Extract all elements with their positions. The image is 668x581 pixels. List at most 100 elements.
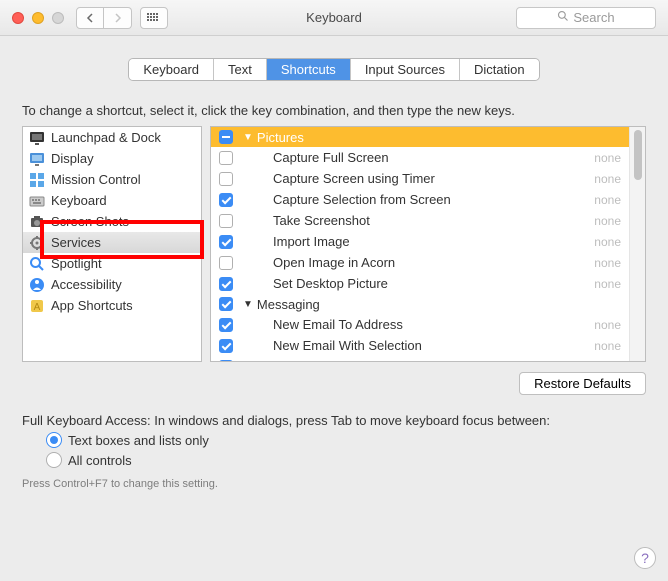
category-icon [29,151,45,167]
search-placeholder: Search [573,10,614,25]
restore-row: Restore Defaults [22,372,646,395]
full-keyboard-access: Full Keyboard Access: In windows and dia… [22,413,646,468]
category-icon [29,193,45,209]
shortcut-item[interactable]: Capture Full Screennone [211,147,645,168]
shortcut-list[interactable]: ▼PicturesCapture Full ScreennoneCapture … [210,126,646,362]
category-label: Services [51,235,101,250]
group-checkbox[interactable] [219,297,233,311]
shortcut-item[interactable]: Take Screenshotnone [211,210,645,231]
disclosure-triangle-icon[interactable]: ▼ [243,299,253,310]
category-keyboard[interactable]: Keyboard [23,190,201,211]
minimize-button[interactable] [32,12,44,24]
nav-buttons [76,7,132,29]
group-label: Messaging [257,297,320,312]
category-label: Display [51,151,94,166]
category-screen-shots[interactable]: Screen Shots [23,211,201,232]
forward-button[interactable] [104,7,132,29]
fka-title: Full Keyboard Access: In windows and dia… [22,413,646,428]
item-label: Capture Selection from Screen [243,192,594,207]
hint-text: To change a shortcut, select it, click t… [22,103,646,118]
category-display[interactable]: Display [23,148,201,169]
panels: Launchpad & Dock Display Mission Control Ke… [22,126,646,362]
shortcut-item[interactable] [211,356,645,361]
tab-input-sources[interactable]: Input Sources [351,59,460,80]
tab-dictation[interactable]: Dictation [460,59,539,80]
category-icon [29,235,45,251]
item-checkbox[interactable] [219,339,233,353]
titlebar: Keyboard Search [0,0,668,36]
traffic-lights [0,12,64,24]
search-icon [557,10,569,25]
shortcut-item[interactable]: Import Imagenone [211,231,645,252]
category-icon [29,256,45,272]
shortcut-item[interactable]: Set Desktop Picturenone [211,273,645,294]
shortcut-item[interactable]: Capture Screen using Timernone [211,168,645,189]
shortcut-item[interactable]: New Email To Addressnone [211,314,645,335]
item-checkbox[interactable] [219,360,233,362]
show-all-button[interactable] [140,7,168,29]
item-label: New Email With Selection [243,338,594,353]
back-button[interactable] [76,7,104,29]
svg-text:A: A [34,302,41,313]
close-button[interactable] [12,12,24,24]
disclosure-triangle-icon[interactable]: ▼ [243,132,253,143]
category-mission-control[interactable]: Mission Control [23,169,201,190]
category-label: Screen Shots [51,214,129,229]
category-icon [29,130,45,146]
category-accessibility[interactable]: Accessibility [23,274,201,295]
zoom-button[interactable] [52,12,64,24]
category-app-shortcuts[interactable]: A App Shortcuts [23,295,201,316]
category-spotlight[interactable]: Spotlight [23,253,201,274]
category-label: Accessibility [51,277,122,292]
tab-bar: KeyboardTextShortcutsInput SourcesDictat… [0,58,668,81]
item-label: Open Image in Acorn [243,255,594,270]
shortcut-item[interactable]: Capture Selection from Screennone [211,189,645,210]
group-checkbox[interactable] [219,130,233,144]
category-launchpad-dock[interactable]: Launchpad & Dock [23,127,201,148]
item-label: Set Desktop Picture [243,276,594,291]
category-icon [29,277,45,293]
window-title: Keyboard [306,10,362,25]
item-checkbox[interactable] [219,235,233,249]
item-label: Take Screenshot [243,213,594,228]
category-label: Spotlight [51,256,102,271]
restore-defaults-button[interactable]: Restore Defaults [519,372,646,395]
item-checkbox[interactable] [219,256,233,270]
category-list[interactable]: Launchpad & Dock Display Mission Control Ke… [22,126,202,362]
shortcut-item[interactable]: New Email With Selectionnone [211,335,645,356]
help-button[interactable]: ? [634,547,656,569]
tab-shortcuts[interactable]: Shortcuts [267,59,351,80]
item-checkbox[interactable] [219,214,233,228]
shortcut-item[interactable]: Open Image in Acornnone [211,252,645,273]
category-icon [29,172,45,188]
footnote: Press Control+F7 to change this setting. [22,478,646,490]
scrollbar[interactable] [629,127,645,361]
category-icon: A [29,298,45,314]
category-services[interactable]: Services [23,232,201,253]
group-pictures[interactable]: ▼ Pictures [211,127,645,147]
search-field[interactable]: Search [516,7,656,29]
item-label: New Email To Address [243,317,594,332]
group-messaging[interactable]: ▼ Messaging [211,294,645,314]
tab-keyboard[interactable]: Keyboard [129,59,214,80]
item-checkbox[interactable] [219,318,233,332]
tab-text[interactable]: Text [214,59,267,80]
category-icon [29,214,45,230]
category-label: Launchpad & Dock [51,130,161,145]
item-label: Capture Screen using Timer [243,171,594,186]
item-label: Import Image [243,234,594,249]
category-label: Mission Control [51,172,141,187]
category-label: Keyboard [51,193,107,208]
fka-label-allcontrols[interactable]: All controls [68,453,132,468]
fka-radio-textboxes[interactable] [46,432,62,448]
item-checkbox[interactable] [219,277,233,291]
fka-label-textboxes[interactable]: Text boxes and lists only [68,433,209,448]
category-label: App Shortcuts [51,298,133,313]
group-label: Pictures [257,130,304,145]
scroll-thumb[interactable] [634,130,642,180]
item-checkbox[interactable] [219,151,233,165]
fka-radio-allcontrols[interactable] [46,452,62,468]
item-label: Capture Full Screen [243,150,594,165]
item-checkbox[interactable] [219,193,233,207]
item-checkbox[interactable] [219,172,233,186]
